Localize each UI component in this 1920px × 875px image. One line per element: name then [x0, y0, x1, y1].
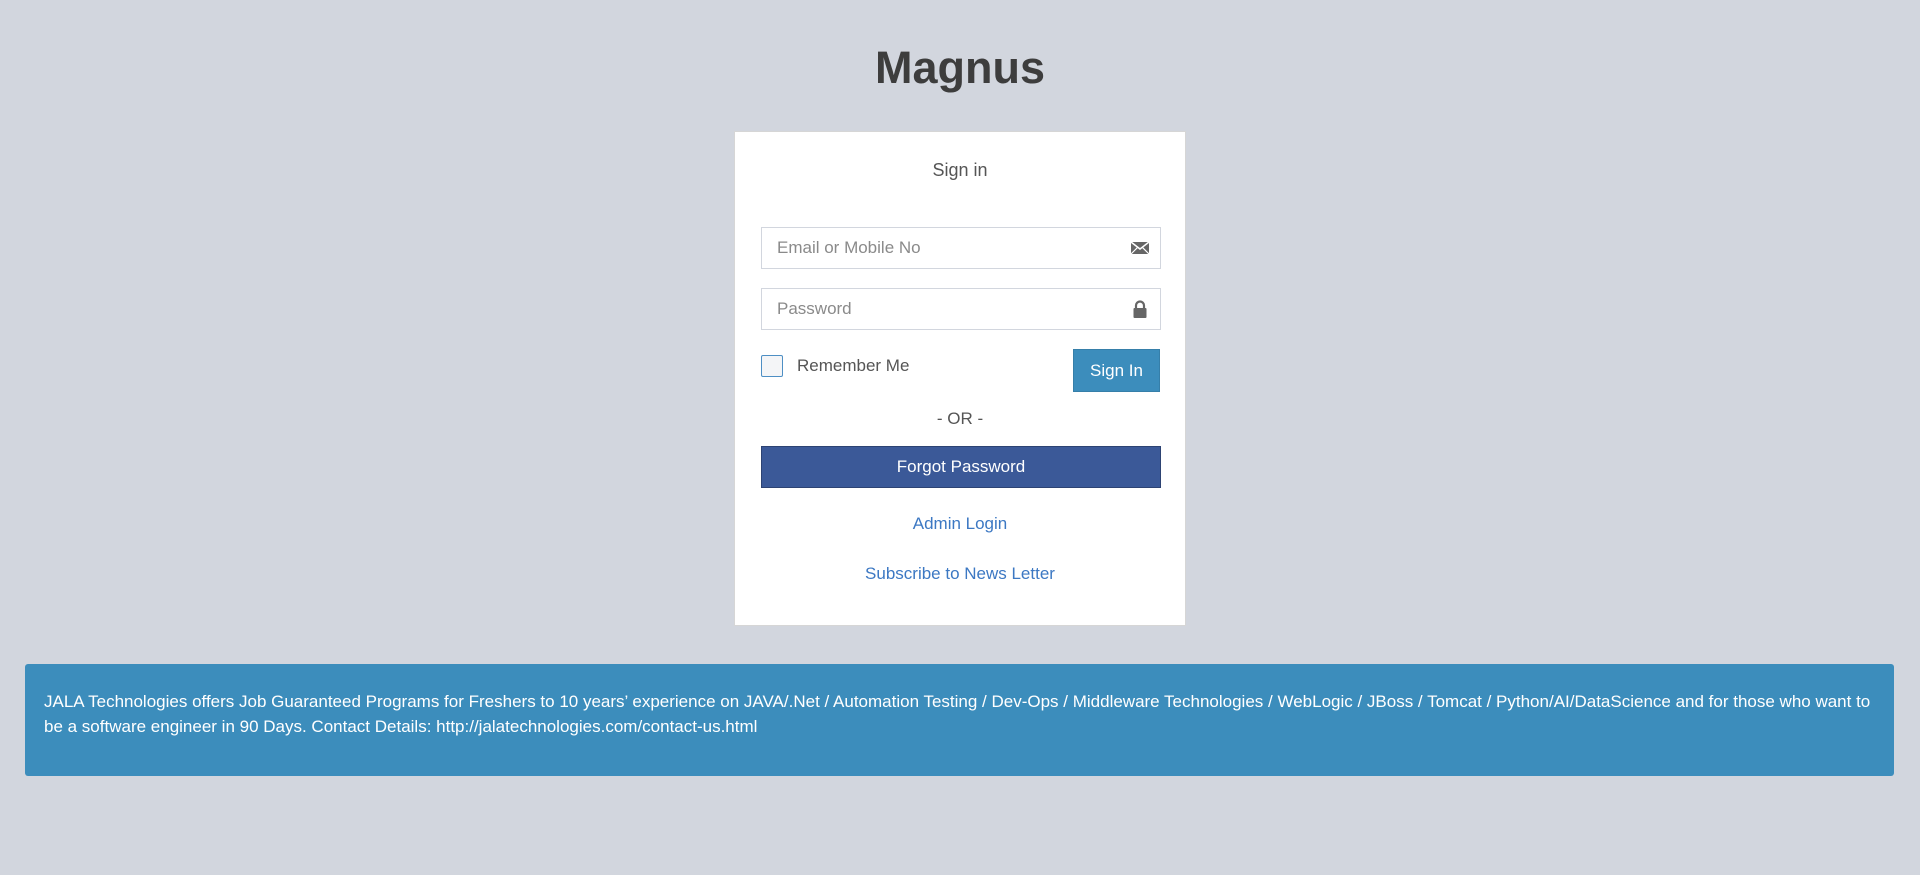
info-banner-text: JALA Technologies offers Job Guaranteed … — [44, 692, 1871, 736]
password-input[interactable] — [762, 289, 1117, 329]
admin-login-link[interactable]: Admin Login — [735, 514, 1185, 534]
forgot-password-button[interactable]: Forgot Password — [761, 446, 1161, 488]
password-field-wrapper — [761, 288, 1161, 330]
sign-in-button[interactable]: Sign In — [1073, 349, 1160, 392]
app-title: Magnus — [874, 42, 1045, 93]
or-divider: - OR - — [936, 409, 984, 428]
lock-icon — [1130, 299, 1150, 319]
login-box: Sign in Remember Me Sign In - OR - Forgo… — [734, 131, 1186, 626]
remember-me-label: Remember Me — [797, 356, 910, 375]
email-field-wrapper — [761, 227, 1161, 269]
info-banner: JALA Technologies offers Job Guaranteed … — [25, 664, 1894, 776]
remember-me-checkbox[interactable]: Remember Me — [761, 355, 909, 377]
email-input[interactable] — [762, 228, 1117, 268]
envelope-icon — [1130, 238, 1150, 258]
subscribe-newsletter-link[interactable]: Subscribe to News Letter — [735, 564, 1185, 584]
login-heading: Sign in — [932, 160, 988, 180]
remember-me-box[interactable] — [761, 355, 783, 377]
